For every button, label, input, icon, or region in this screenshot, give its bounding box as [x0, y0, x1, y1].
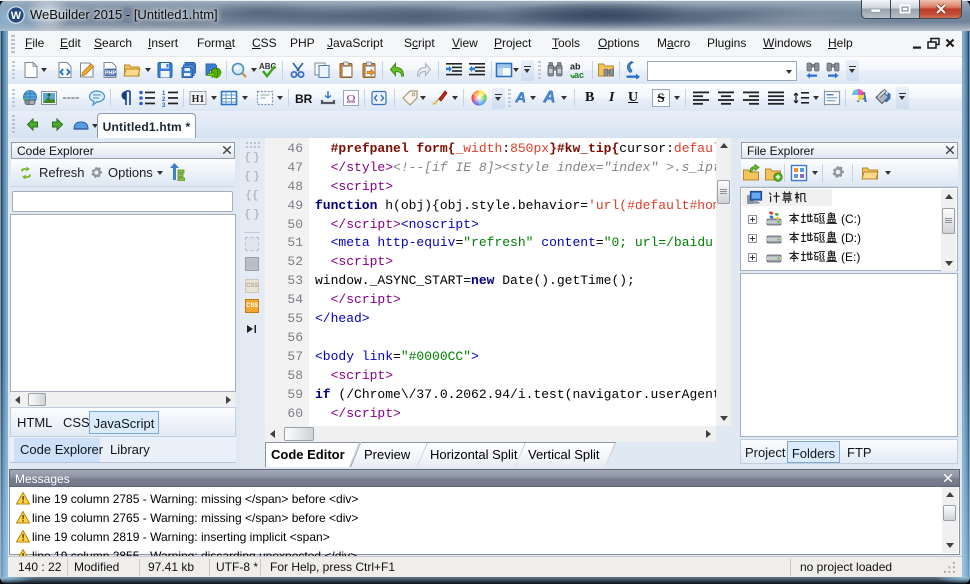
svg-text:Ω: Ω — [347, 92, 356, 106]
svg-text:PHP: PHP — [105, 70, 117, 76]
svg-text:ac: ac — [574, 70, 584, 79]
svg-text:W: W — [11, 10, 22, 22]
svg-text:H1: H1 — [192, 94, 205, 105]
svg-text:3: 3 — [162, 103, 166, 107]
